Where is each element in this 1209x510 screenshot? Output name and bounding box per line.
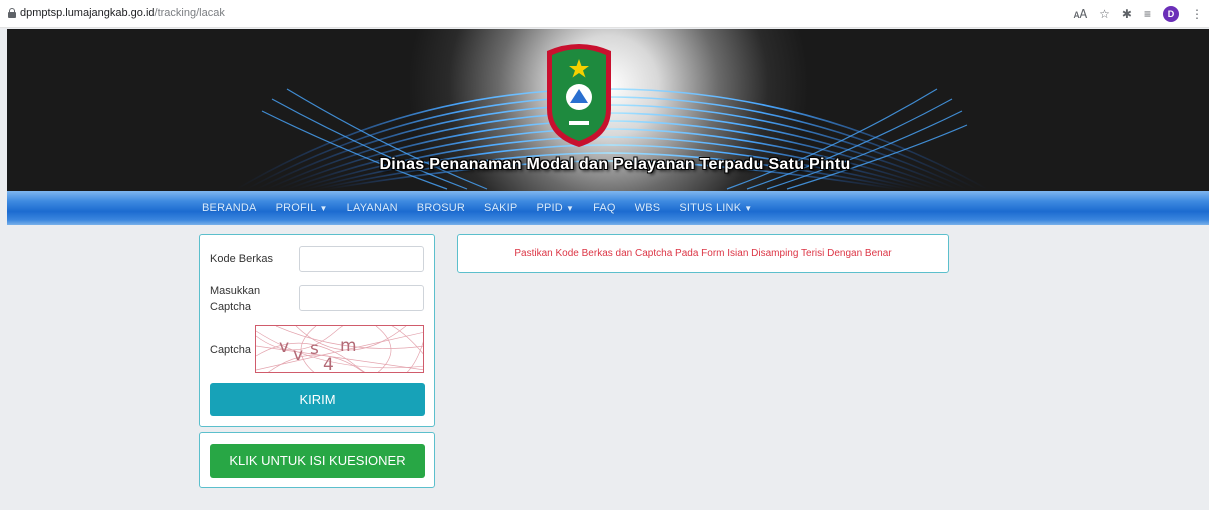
profile-avatar[interactable]: D (1163, 6, 1179, 22)
questionnaire-card: KLIK UNTUK ISI KUESIONER (199, 432, 435, 488)
captcha-char: s (310, 339, 319, 359)
translate-icon[interactable]: 🗚 (1074, 5, 1088, 23)
browser-toolbar-icons: 🗚 ☆ ✱ ≡ D ⋮ (1074, 5, 1203, 23)
main-nav: BERANDA PROFIL ▼ LAYANAN BROSUR SAKIP PPI… (7, 191, 1209, 225)
extensions-icon[interactable]: ✱ (1122, 5, 1132, 23)
tracking-form-card: Kode Berkas Masukkan Captcha Captcha v v… (199, 234, 435, 427)
nav-item-ppid[interactable]: PPID ▼ (536, 202, 574, 214)
kirim-button[interactable]: KIRIM (210, 383, 425, 416)
captcha-char: 4 (323, 355, 334, 373)
nav-item-sakip[interactable]: SAKIP (484, 202, 517, 214)
info-alert: Pastikan Kode Berkas dan Captcha Pada Fo… (457, 234, 949, 273)
captcha-char: v (279, 337, 289, 357)
emblem-logo (547, 44, 611, 147)
lock-icon (8, 8, 16, 18)
captcha-image: v v s 4 m (255, 325, 424, 373)
alert-message: Pastikan Kode Berkas dan Captcha Pada Fo… (514, 248, 892, 259)
url-text[interactable]: dpmptsp.lumajangkab.go.id/tracking/lacak (20, 7, 225, 19)
caret-down-icon: ▼ (744, 204, 753, 213)
captcha-char: m (340, 336, 357, 356)
captcha-input-label-line2: Captcha (210, 301, 251, 313)
browser-address-bar[interactable]: dpmptsp.lumajangkab.go.id/tracking/lacak… (0, 0, 1209, 28)
caret-down-icon: ▼ (565, 204, 575, 213)
nav-item-wbs[interactable]: WBS (635, 202, 661, 214)
caret-down-icon: ▼ (319, 204, 328, 213)
nav-item-situs-link[interactable]: SITUS LINK ▼ (679, 202, 752, 214)
captcha-label: Captcha (210, 344, 251, 356)
captcha-input-label-line1: Masukkan (210, 285, 261, 297)
nav-item-beranda[interactable]: BERANDA (202, 202, 257, 214)
nav-item-profil[interactable]: PROFIL ▼ (276, 202, 328, 214)
reading-list-icon[interactable]: ≡ (1144, 5, 1151, 23)
menu-icon[interactable]: ⋮ (1191, 5, 1203, 23)
nav-item-faq[interactable]: FAQ (593, 202, 616, 214)
star-icon[interactable]: ☆ (1099, 5, 1110, 23)
nav-item-brosur[interactable]: BROSUR (417, 202, 465, 214)
kode-berkas-input[interactable] (299, 246, 424, 272)
captcha-noise: v v s 4 m (256, 326, 423, 373)
header-banner: Dinas Penanaman Modal dan Pelayanan Terp… (7, 29, 1209, 191)
kuesioner-button[interactable]: KLIK UNTUK ISI KUESIONER (210, 444, 425, 478)
kode-berkas-label: Kode Berkas (210, 253, 273, 265)
page-title: Dinas Penanaman Modal dan Pelayanan Terp… (379, 156, 851, 173)
nav-item-layanan[interactable]: LAYANAN (347, 202, 398, 214)
captcha-input[interactable] (299, 285, 424, 311)
captcha-char: v (293, 345, 303, 365)
